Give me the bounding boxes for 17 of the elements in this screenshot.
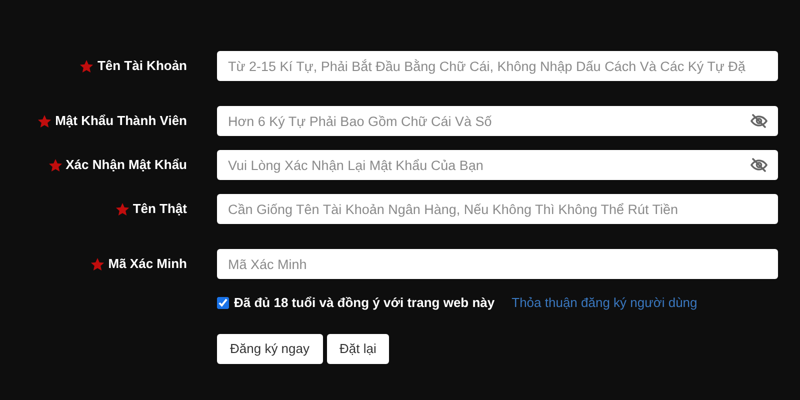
input-field[interactable]: Mã Xác Minh [217,249,778,279]
field-label: Tên Tài Khoản [97,57,187,76]
eye-slash-icon[interactable] [748,156,770,174]
input-field[interactable]: Hơn 6 Ký Tự Phải Bao Gồm Chữ Cái Và Số [217,106,778,136]
reset-button[interactable]: Đặt lại [326,334,390,364]
input-field[interactable]: Cần Giống Tên Tài Khoản Ngân Hàng, Nếu Không Thì Không Thể Rút Tiền [217,194,778,224]
register-button[interactable]: Đăng ký ngay [217,334,322,364]
eye-slash-icon[interactable] [748,112,770,130]
field-label: Mã Xác Minh [108,255,187,274]
agreement-label: Đã đủ 18 tuổi và đồng ý với trang web này [234,294,495,312]
input-field[interactable]: Từ 2-15 Kí Tự, Phải Bắt Đầu Bằng Chữ Cái, Không Nhập Dấu Cách Và Các Ký Tự Đặ [217,51,778,81]
input-field[interactable]: Vui Lòng Xác Nhận Lại Mật Khẩu Của Bạn [217,150,778,180]
user-agreement-link[interactable]: Thỏa thuận đăng ký người dùng [512,293,698,312]
field-label: Xác Nhận Mật Khẩu [66,156,187,174]
agree-checkbox[interactable] [217,296,229,309]
field-label: Tên Thật [132,200,187,218]
field-label: Mật Khẩu Thành Viên [55,112,187,130]
